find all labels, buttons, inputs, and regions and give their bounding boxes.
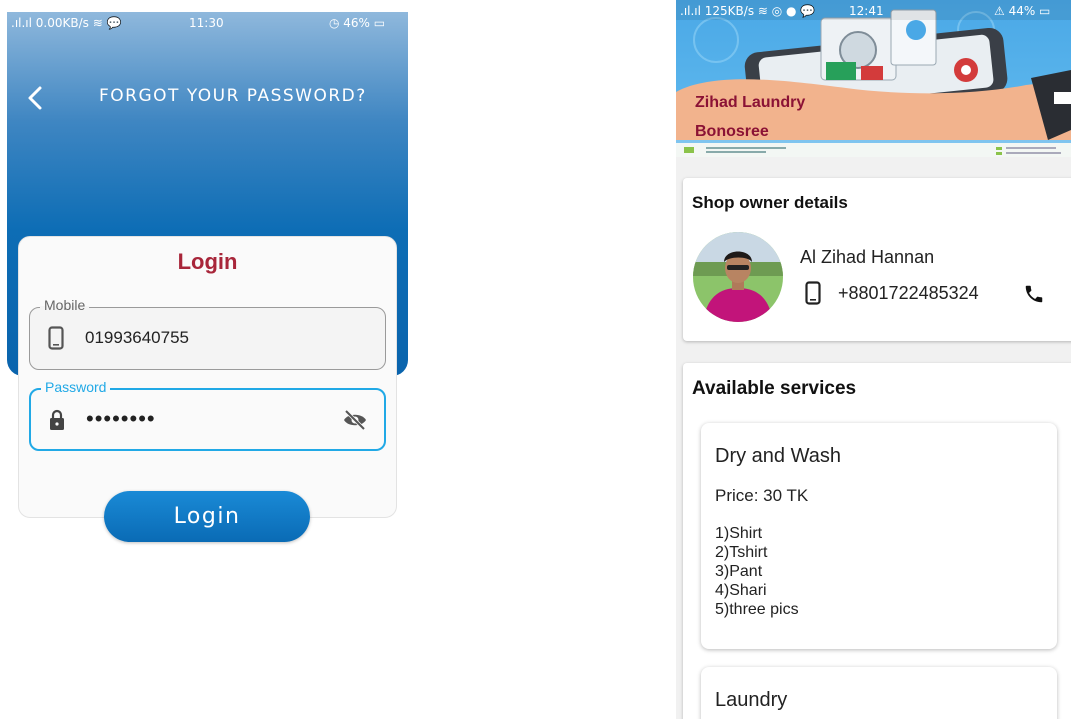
service-item: 4)Shari <box>715 582 767 599</box>
avatar <box>693 232 783 322</box>
shop-name: Zihad Laundry <box>695 94 806 111</box>
services-card: Available services Dry and Wash Price: 3… <box>683 363 1071 719</box>
owner-phone: +8801722485324 <box>838 283 979 303</box>
login-screen: .ıl.ıl 0.00KB/s ≋ 💬 11:30 ◷ 46% ▭ FORGOT… <box>7 12 408 572</box>
password-field[interactable]: Password •••••••• <box>29 379 386 451</box>
status-time: 11:30 <box>189 16 224 30</box>
status-time: 12:41 <box>849 4 884 18</box>
shop-area: Bonosree <box>695 123 769 140</box>
login-button[interactable]: Login <box>104 491 310 542</box>
shop-details-screen: .ıl.ıl 125KB/s ≋ ◎ ● 💬 12:41 ⚠ 44% ▭ Zih… <box>676 0 1071 719</box>
service-card[interactable]: Dry and Wash Price: 30 TK 1)Shirt 2)Tshi… <box>701 423 1057 649</box>
service-name: Dry and Wash <box>715 445 841 467</box>
chevron-left-icon[interactable] <box>23 84 47 112</box>
service-items: 1)Shirt 2)Tshirt 3)Pant 4)Shari 5)three … <box>715 524 799 619</box>
service-item: 3)Pant <box>715 563 763 580</box>
section-heading: Shop owner details <box>692 193 848 212</box>
lock-icon <box>49 408 65 432</box>
phone-icon <box>48 326 64 350</box>
status-left: .ıl.ıl 0.00KB/s ≋ 💬 <box>11 16 122 30</box>
service-name: Laundry <box>715 689 788 711</box>
eye-off-icon[interactable] <box>342 409 368 431</box>
phone-icon <box>805 281 821 305</box>
service-item: 1)Shirt <box>715 525 763 542</box>
service-item: 5)three pics <box>715 601 799 618</box>
mobile-field[interactable]: Mobile 01993640755 <box>29 297 386 370</box>
status-left: .ıl.ıl 125KB/s ≋ ◎ ● 💬 <box>680 4 816 18</box>
login-card-title: Login <box>177 249 238 274</box>
login-card: Login Mobile 01993640755 Password ••••••… <box>18 236 397 518</box>
password-value: •••••••• <box>86 406 156 431</box>
page-title: FORGOT YOUR PASSWORD? <box>99 86 367 106</box>
status-bar: .ıl.ıl 125KB/s ≋ ◎ ● 💬 12:41 ⚠ 44% ▭ <box>676 0 1071 20</box>
shop-banner: .ıl.ıl 125KB/s ≋ ◎ ● 💬 12:41 ⚠ 44% ▭ Zih… <box>676 0 1071 157</box>
section-heading: Available services <box>692 378 857 399</box>
status-right: ⚠ 44% ▭ <box>994 4 1051 18</box>
call-icon[interactable] <box>1023 283 1045 305</box>
service-item: 2)Tshirt <box>715 544 768 561</box>
shop-owner-card: Shop owner details Al Zihad Hannan +8801… <box>683 178 1071 341</box>
password-label: Password <box>41 379 111 395</box>
status-bar: .ıl.ıl 0.00KB/s ≋ 💬 11:30 ◷ 46% ▭ <box>7 12 408 34</box>
owner-name: Al Zihad Hannan <box>800 247 935 267</box>
service-card[interactable]: Laundry <box>701 667 1057 719</box>
status-right: ◷ 46% ▭ <box>329 16 386 30</box>
mobile-label: Mobile <box>40 297 90 313</box>
mobile-value: 01993640755 <box>85 328 190 347</box>
banner-footer-strip <box>676 143 1071 157</box>
service-price: Price: 30 TK <box>715 486 809 505</box>
